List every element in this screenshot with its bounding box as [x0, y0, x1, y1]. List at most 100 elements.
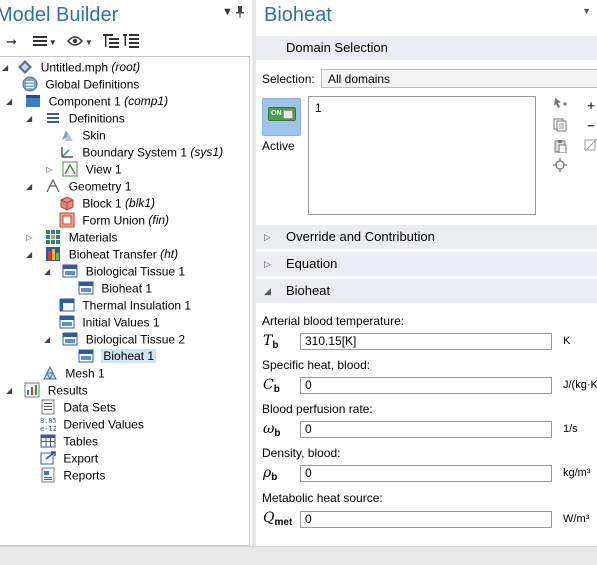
tree-node-mesh-1[interactable]: Mesh 1 [42, 365, 105, 382]
copy-selection-icon[interactable] [552, 118, 568, 134]
tree-node-global-definitions[interactable]: Global Definitions [22, 76, 139, 93]
results-icon [24, 382, 40, 398]
perfusion-rate-unit: 1/s [563, 423, 578, 435]
tree-node-biological-tissue-1[interactable]: ◢ Biological Tissue 1 [44, 263, 185, 280]
tables-icon [40, 434, 56, 448]
tree-node-data-sets[interactable]: Data Sets [40, 399, 116, 416]
paste-selection-icon[interactable] [552, 139, 568, 155]
section-bioheat[interactable]: ◢ Bioheat [256, 279, 597, 303]
list-view-dropdown-chevron-icon[interactable]: ▼ [49, 38, 57, 47]
coordinate-system-icon [61, 146, 73, 158]
tree-node-reports[interactable]: Reports [40, 467, 105, 484]
tree-node-label: Thermal Insulation 1 [82, 298, 192, 313]
collapse-toggle-icon[interactable]: ◢ [26, 110, 36, 127]
expand-all-icon[interactable] [102, 33, 119, 51]
tree-node-geometry-1[interactable]: ◢ Geometry 1 [26, 178, 131, 195]
model-builder-toolbar: ➞ ▼ ▼ [6, 33, 139, 51]
show-dropdown-chevron-icon[interactable]: ▼ [85, 38, 93, 47]
specific-heat-blood-input[interactable]: 0 [300, 377, 552, 394]
show-eye-icon[interactable] [66, 35, 83, 50]
pane-menu-chevron-icon[interactable]: ▼ [582, 6, 591, 16]
zoom-to-selection-icon[interactable] [552, 158, 568, 174]
skin-icon [62, 129, 73, 141]
tree-node-label: Derived Values [63, 417, 144, 432]
tree-node-boundary-system-1[interactable]: Boundary System 1 (sys1) [59, 144, 223, 161]
definitions-icon [47, 112, 60, 123]
domain-node-icon [62, 264, 78, 278]
svg-text:8.85: 8.85 [40, 417, 56, 425]
tree-node-tag: (ht) [160, 247, 179, 261]
tree-node-block-1[interactable]: Block 1 (blk1) [59, 195, 155, 212]
tree-node-bioheat-transfer[interactable]: ◢ Bioheat Transfer (ht) [26, 246, 178, 263]
tree-node-tables[interactable]: Tables [40, 433, 98, 450]
tree-node-bioheat-1-selected[interactable]: Bioheat 1 [78, 348, 157, 365]
toggle-on-text: ON [271, 110, 282, 117]
toggle-switch-icon: ON [268, 107, 296, 121]
tree-node-bioheat-1[interactable]: Bioheat 1 [78, 280, 152, 297]
expand-toggle-icon[interactable]: ▷ [46, 161, 56, 178]
active-toggle-button[interactable]: ON [262, 98, 301, 136]
clear-selection-icon[interactable] [583, 138, 597, 154]
tree-node-results[interactable]: ◢ Results [6, 382, 88, 399]
collapse-toggle-icon[interactable]: ◢ [2, 59, 12, 76]
geometry-icon [46, 178, 60, 193]
tree-node-label: Data Sets [63, 400, 117, 415]
svg-text:e-12: e-12 [40, 425, 56, 432]
collapse-toggle-icon[interactable]: ◢ [6, 93, 16, 110]
tree-node-skin[interactable]: Skin [59, 127, 106, 144]
section-override-contribution[interactable]: ▷ Override and Contribution [256, 225, 597, 249]
blood-perfusion-rate-input[interactable]: 0 [300, 421, 552, 438]
pane-menu-chevron-icon[interactable]: ▼ [222, 6, 233, 18]
collapse-toggle-icon[interactable]: ◢ [26, 246, 36, 263]
list-view-icon[interactable] [32, 35, 47, 50]
model-tree: ◢ Untitled.mph (root) Global Definitions… [0, 56, 250, 546]
tree-node-component-1[interactable]: ◢ Component 1 (comp1) [6, 93, 168, 110]
tree-node-form-union[interactable]: Form Union (fin) [59, 212, 169, 229]
expand-toggle-icon[interactable]: ▷ [26, 229, 36, 246]
blood-perfusion-rate-label: Blood perfusion rate: [262, 402, 373, 416]
collapse-all-icon[interactable] [122, 33, 139, 51]
arterial-blood-temperature-input[interactable]: 310.15[K] [300, 333, 552, 350]
remove-icon[interactable]: − [583, 118, 597, 134]
tree-node-root[interactable]: ◢ Untitled.mph (root) [2, 59, 140, 76]
collapse-toggle-icon[interactable]: ◢ [26, 178, 36, 195]
block-icon [60, 196, 74, 211]
settings-pane: Bioheat ▼ Domain Selection Selection: Al… [256, 0, 597, 546]
tree-node-export[interactable]: Export [40, 450, 98, 467]
collapse-toggle-icon[interactable]: ◢ [44, 263, 54, 280]
tree-node-label: Reports [63, 468, 106, 483]
tree-node-derived-values[interactable]: 8.85 e-12 Derived Values [40, 416, 144, 433]
component-icon [26, 94, 41, 107]
collapse-toggle-icon[interactable]: ◢ [6, 382, 16, 399]
tree-node-tag: (sys1) [190, 145, 224, 159]
selection-list-item[interactable]: 1 [315, 101, 322, 115]
metabolic-heat-source-input[interactable]: 0 [300, 511, 552, 528]
tree-node-tag: (comp1) [124, 94, 169, 108]
add-icon[interactable]: + [583, 98, 597, 114]
section-domain-selection[interactable]: Domain Selection [256, 36, 597, 60]
tree-node-thermal-insulation-1[interactable]: Thermal Insulation 1 [59, 297, 191, 314]
tree-node-biological-tissue-2[interactable]: ◢ Biological Tissue 2 [44, 331, 185, 348]
metabolic-heat-unit: W/m³ [563, 513, 590, 525]
selection-dropdown[interactable]: All domains [321, 69, 597, 88]
selection-dropdown-value: All domains [328, 72, 391, 86]
specific-heat-unit: J/(kg·K [563, 379, 597, 391]
tree-node-materials[interactable]: ▷ Materials [26, 229, 117, 246]
density-blood-input[interactable]: 0 [300, 465, 552, 482]
tree-node-definitions[interactable]: ◢ Definitions [26, 110, 125, 127]
add-to-selection-icon[interactable] [552, 96, 568, 112]
tree-node-view-1[interactable]: ▷ View 1 [46, 161, 122, 178]
section-equation[interactable]: ▷ Equation [256, 252, 597, 276]
tree-node-initial-values-1[interactable]: Initial Values 1 [59, 314, 160, 331]
pin-icon[interactable] [236, 6, 244, 21]
perfusion-rate-symbol: ωb [263, 421, 281, 439]
collapse-toggle-icon[interactable]: ◢ [44, 331, 54, 348]
move-right-arrow-icon[interactable]: ➞ [6, 34, 17, 50]
data-sets-icon [41, 399, 55, 415]
tree-node-label: Biological Tissue 2 [85, 332, 186, 347]
tree-node-label: Component 1 [48, 94, 121, 109]
tree-node-label: Results [47, 383, 88, 398]
tree-node-label: Export [63, 451, 99, 466]
selection-list[interactable]: 1 [308, 96, 536, 215]
section-header-label: Bioheat [286, 283, 331, 298]
